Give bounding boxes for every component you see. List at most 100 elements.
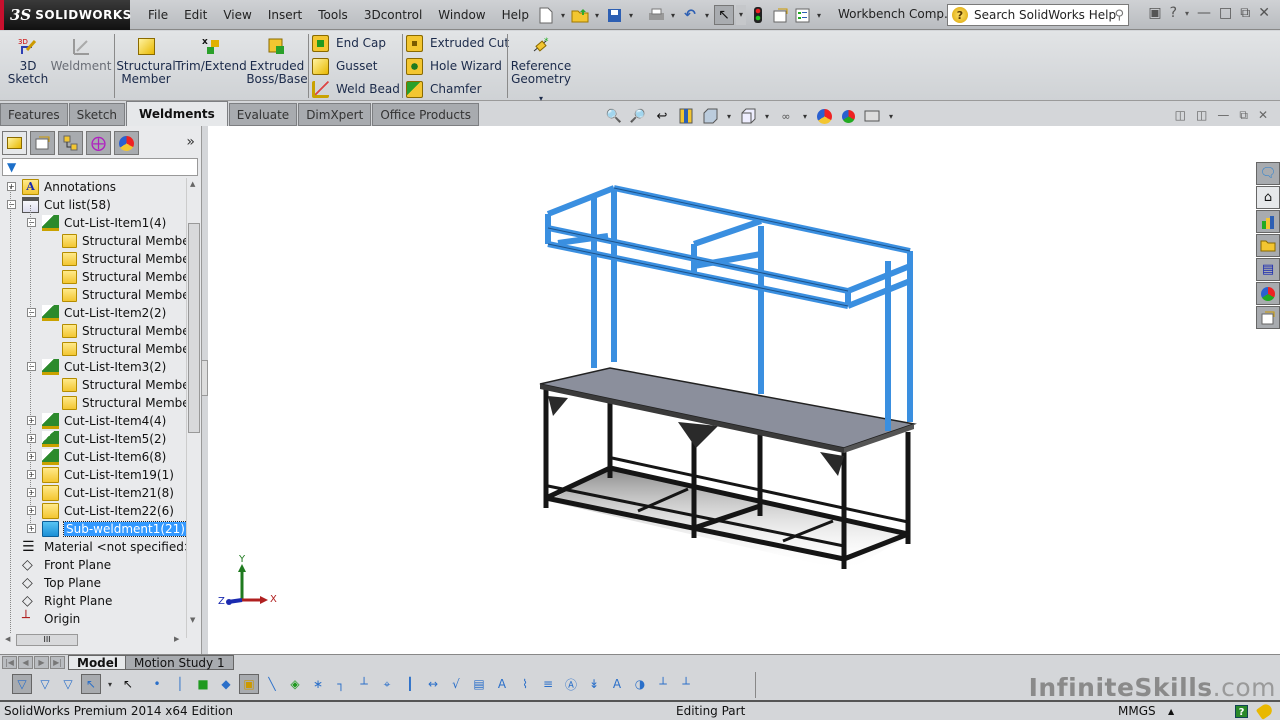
view-settings-icon[interactable] [862,106,882,126]
tree-node[interactable]: + Cut-List-Item6(8) [27,448,166,466]
scroll-left-arrow[interactable]: ◀ [5,635,10,643]
tile-icon[interactable]: ▣ [1148,5,1161,23]
solidworks-logo[interactable]: 3S SOLIDWORKS [0,0,131,30]
3d-sketch-button[interactable]: 3D 3D Sketch [8,35,48,86]
tab-sketch[interactable]: Sketch [68,103,126,126]
maximize-icon[interactable]: □ [1219,5,1232,23]
filter-weld-beads-icon[interactable]: ≡ [538,674,558,694]
toggle-selection-filter-icon[interactable]: ▽ [12,674,32,694]
tree-horizontal-scrollbar[interactable]: ◀ III ▶ [2,633,186,647]
tree-node[interactable]: + Cut-List-Item19(1) [27,466,174,484]
tree-vertical-scrollbar[interactable]: ▲ ▼ [186,178,200,638]
menu-tools[interactable]: Tools [310,8,356,22]
close-icon[interactable]: ✕ [1258,5,1270,23]
help-icon[interactable]: ? [1170,5,1177,23]
custom-properties-icon[interactable] [1256,306,1280,329]
filter-notes-icon[interactable]: A [492,674,512,694]
tree-node[interactable]: ◇ Right Plane [22,592,112,610]
scroll-right-arrow[interactable]: ▶ [174,635,179,643]
gusset-button[interactable]: Gusset [312,56,378,76]
filter-routing-points-icon[interactable]: ┴ [653,674,673,694]
view-palette-icon[interactable]: ▤ [1256,258,1280,281]
tree-node[interactable]: − Cut-List-Item1(4) [27,214,166,232]
tab-office-products[interactable]: Office Products [372,103,479,126]
propertymanager-tab-icon[interactable] [30,131,55,155]
tab-evaluate[interactable]: Evaluate [228,103,298,126]
dimxpertmanager-tab-icon[interactable]: ⨁ [86,131,111,155]
reference-geometry-button[interactable]: * Reference Geometry ▾ [511,35,571,105]
menu-edit[interactable]: Edit [176,8,215,22]
tree-node[interactable]: Structural Member1 [62,340,186,358]
view-orientation-icon[interactable] [700,106,720,126]
filter-cosmetic-threads-icon[interactable]: ↡ [584,674,604,694]
solidworks-resources-icon[interactable]: 🗨 [1256,162,1280,185]
tree-node[interactable]: − Cut list(58) [7,196,111,214]
help-dropdown-arrow[interactable]: ▾ [1185,5,1189,23]
split-right-icon[interactable]: ◫ [1196,108,1207,123]
display-style-dropdown[interactable]: ▾ [762,112,772,121]
tree-node[interactable]: + Cut-List-Item22(6) [27,502,174,520]
print-icon[interactable] [646,5,666,25]
viewport-minimize-icon[interactable]: — [1217,108,1229,123]
units-up-arrow[interactable]: ▲ [1168,707,1174,716]
filter-all-icon[interactable]: ▽ [35,674,55,694]
viewport-close-icon[interactable]: ✕ [1258,108,1268,123]
design-library-icon[interactable] [1256,210,1280,233]
new-dropdown-arrow[interactable]: ▾ [558,11,568,20]
prev-tab-button[interactable]: ◀ [18,656,33,669]
chamfer-button[interactable]: Chamfer [406,79,482,99]
select-dropdown-icon[interactable]: ▾ [104,674,116,694]
options-dropdown-arrow[interactable]: ▾ [814,11,824,20]
panel-collapse-handle[interactable] [201,360,208,396]
restore-icon[interactable]: ⧉ [1240,5,1250,23]
expand-panel-chevron-icon[interactable]: » [186,134,195,150]
zoom-to-area-icon[interactable]: 🔎 [628,106,648,126]
filter-centerline-icon[interactable]: ┃ [400,674,420,694]
filter-vertices-icon[interactable]: • [147,674,167,694]
expand-icon[interactable]: + [7,182,16,191]
view-settings-dropdown[interactable]: ▾ [886,112,896,121]
filter-weld-symbols-icon[interactable]: ⌇ [515,674,535,694]
filter-cog-icon[interactable]: ◑ [630,674,650,694]
tree-node[interactable]: ☰ Material <not specified> [22,538,186,556]
hole-wizard-button[interactable]: Hole Wizard [406,56,502,76]
featuremanager-tab-icon[interactable] [2,131,27,155]
tree-hscroll-thumb[interactable]: III [16,634,78,646]
menu-3dcontrol[interactable]: 3Dcontrol [356,8,430,22]
zoom-to-fit-icon[interactable]: 🔍 [604,106,624,126]
extruded-cut-button[interactable]: Extruded Cut [406,33,509,53]
configurationmanager-tab-icon[interactable] [58,131,83,155]
filter-sketch-segments-icon[interactable]: ┐ [331,674,351,694]
filter-surface-bodies-icon[interactable]: ◆ [216,674,236,694]
hide-show-dropdown[interactable]: ▾ [800,112,810,121]
last-tab-button[interactable]: ▶| [50,656,65,669]
filter-surface-finish-icon[interactable]: √ [446,674,466,694]
quick-tips-icon[interactable]: ? [1235,704,1248,718]
tree-node[interactable]: Structural Member1 [62,394,186,412]
scroll-up-arrow[interactable]: ▲ [190,180,195,188]
filter-geometric-tolerances-icon[interactable]: ▤ [469,674,489,694]
weld-bead-button[interactable]: Weld Bead [312,79,400,99]
tree-node[interactable]: Structural Member1 [62,286,186,304]
tab-dimxpert[interactable]: DimXpert [298,103,372,126]
filter-axes-icon[interactable]: ╲ [262,674,282,694]
collapse-icon[interactable]: − [27,218,36,227]
tree-node[interactable]: ◇ Front Plane [22,556,111,574]
expand-icon[interactable]: + [27,524,36,533]
rebuild-traffic-light-icon[interactable] [748,5,768,25]
home-icon[interactable]: ⌂ [1256,186,1280,209]
tree-node[interactable]: + Cut-List-Item4(4) [27,412,166,430]
filter-dimensions-icon[interactable]: ↔ [423,674,443,694]
tab-motion-study-1[interactable]: Motion Study 1 [125,655,234,670]
workbench-3d-model[interactable] [208,126,1280,654]
extruded-boss-base-button[interactable]: Extruded Boss/Base [246,35,308,86]
help-search-box[interactable]: ? Search SolidWorks Help ⚲ [947,4,1129,26]
print-dropdown-arrow[interactable]: ▾ [668,11,678,20]
display-style-icon[interactable] [738,106,758,126]
undo-icon[interactable]: ↶ [680,5,700,25]
tree-node[interactable]: − Cut-List-Item2(2) [27,304,166,322]
trim-extend-button[interactable]: x Trim/Extend [175,35,247,73]
save-dropdown-arrow[interactable]: ▾ [626,11,636,20]
expand-icon[interactable]: + [27,416,36,425]
previous-view-icon[interactable]: ↩ [652,106,672,126]
